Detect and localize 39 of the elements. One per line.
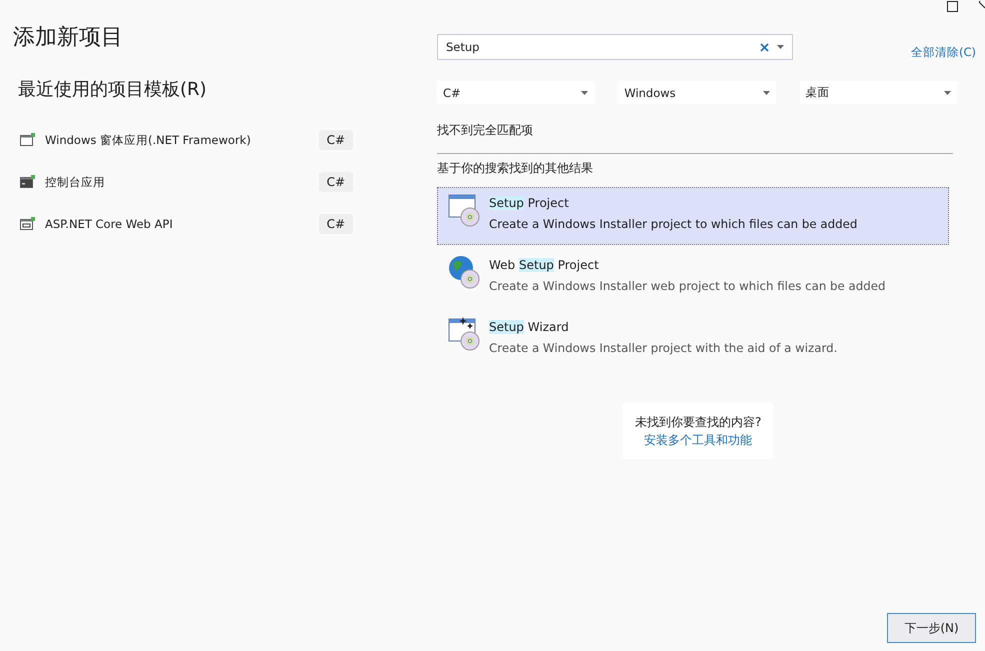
- maximize-icon[interactable]: [947, 1, 959, 13]
- result-title: Setup Project: [489, 195, 570, 212]
- install-tools-link[interactable]: 安装多个工具和功能: [644, 431, 752, 449]
- result-title: Web Setup Project: [489, 257, 600, 274]
- recent-template-item[interactable]: Windows 窗体应用(.NET Framework) C#: [20, 124, 353, 156]
- clear-icon[interactable]: [760, 42, 769, 52]
- api-window-icon: [20, 217, 36, 231]
- dropdown-caret-icon[interactable]: [581, 90, 588, 94]
- template-result-item[interactable]: Setup Wizard Create a Windows Installer project with the aid of a wizard.: [437, 311, 949, 369]
- filter-dropdown[interactable]: Windows: [618, 81, 776, 104]
- filter-dropdown[interactable]: 桌面: [800, 81, 957, 104]
- result-description: Create a Windows Installer project to which files can be added: [489, 216, 858, 233]
- console-window-icon: [20, 175, 36, 189]
- language-tag: C#: [318, 214, 353, 234]
- recent-template-item[interactable]: 控制台应用 C#: [20, 166, 353, 198]
- result-title: Setup Wizard: [489, 319, 570, 336]
- globe-disc-icon: [448, 255, 482, 289]
- filter-dropdown[interactable]: C#: [437, 81, 594, 104]
- results-heading: 基于你的搜索找到的其他结果: [437, 160, 594, 177]
- search-field[interactable]: Setup: [437, 34, 793, 60]
- dropdown-caret-icon[interactable]: [944, 90, 951, 94]
- next-button[interactable]: 下一步(N): [887, 613, 976, 643]
- section-heading: 最近使用的项目模板(R): [18, 78, 208, 102]
- dropdown-caret-icon[interactable]: [762, 90, 770, 94]
- template-result-item[interactable]: Setup Project Create a Windows Installer project to which files can be added: [437, 187, 949, 245]
- no-match-message: 找不到完全匹配项: [437, 122, 534, 139]
- window-disc-icon: [448, 193, 482, 227]
- clear-all-link[interactable]: 全部清除(C): [911, 45, 976, 60]
- window-title: 添加新项目: [13, 24, 124, 52]
- template-result-item[interactable]: Web Setup Project Create a Windows Installer web project to which files can be added: [437, 249, 949, 307]
- result-description: Create a Windows Installer web project to which files can be added: [489, 278, 886, 295]
- not-found-question: 未找到你要查找的内容?: [635, 414, 762, 431]
- result-description: Create a Windows Installer project with the aid of a wizard.: [489, 340, 838, 357]
- language-tag: C#: [318, 172, 353, 192]
- language-tag: C#: [318, 130, 353, 150]
- form-window-icon: [20, 133, 36, 147]
- dropdown-caret-icon[interactable]: [777, 45, 784, 49]
- window-disc-sparkle-icon: [448, 317, 482, 351]
- recent-template-item[interactable]: ASP.NET Core Web API C#: [20, 208, 353, 240]
